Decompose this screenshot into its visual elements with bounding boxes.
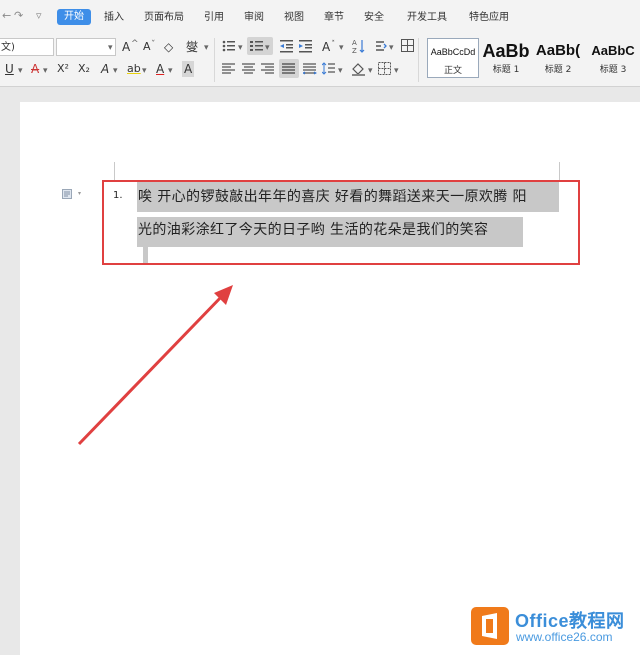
office-logo-icon: [471, 607, 509, 645]
annotation-arrow-icon: [77, 285, 233, 446]
watermark-url: www.office26.com: [516, 630, 613, 644]
